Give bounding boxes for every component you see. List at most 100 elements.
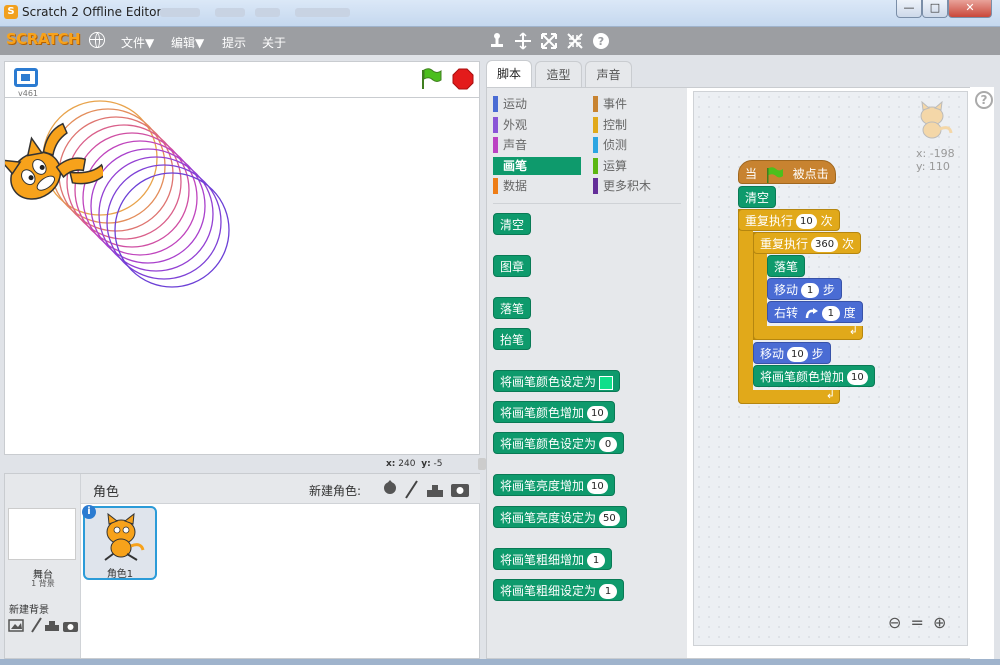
green-flag-icon [766, 166, 783, 183]
repeat-inner-foot: ↲ [753, 324, 863, 340]
change-pen-color-value: 10 [847, 370, 868, 385]
palette-block-7[interactable]: 将画笔亮度增加 10 [493, 474, 615, 496]
block-help-button[interactable]: ? [975, 91, 993, 109]
category-8[interactable]: 数据 [493, 177, 585, 195]
category-0[interactable]: 运动 [493, 95, 585, 113]
rotate-clockwise-icon [805, 307, 818, 318]
when-flag-clicked-block[interactable]: 当 被点击 [738, 160, 836, 184]
sprite-name-label: 角色1 [106, 569, 134, 580]
repeat-outer-block[interactable]: 重复执行 10 次 [738, 209, 840, 231]
language-globe-icon[interactable] [89, 32, 105, 48]
repeat-inner-count: 360 [811, 237, 839, 252]
stop-sign-icon[interactable] [452, 68, 474, 90]
category-2[interactable]: 外观 [493, 116, 585, 134]
sprite-thumbnail[interactable]: i 角色1 [82, 505, 157, 580]
new-backdrop-label: 新建背景 [9, 605, 49, 616]
category-3[interactable]: 控制 [593, 116, 685, 134]
new-sprite-label: 新建角色: [309, 484, 362, 498]
help-icon[interactable]: ? [592, 32, 610, 50]
sprite-x: x: -198 [916, 147, 955, 160]
category-9[interactable]: 更多积木 [593, 177, 685, 195]
move-inner-block[interactable]: 移动 1 步 [767, 278, 842, 300]
paint-new-sprite-icon [405, 480, 418, 499]
duplicate-icon[interactable] [488, 32, 506, 50]
window-titlebar: S Scratch 2 Offline Editor — □ ✕ [0, 0, 1000, 27]
category-6[interactable]: 画笔 [493, 156, 581, 175]
sprite-panel-header: 角色 新建角色: [81, 474, 480, 504]
palette-block-3[interactable]: 抬笔 [493, 328, 532, 350]
turn-degrees: 1 [821, 306, 840, 321]
new-sprite-tools[interactable] [381, 479, 475, 499]
sprite-y: y: 110 [916, 160, 950, 173]
move-outer-steps: 10 [787, 347, 808, 362]
palette-block-1[interactable]: 图章 [493, 255, 532, 277]
mouse-y-value: -5 [433, 459, 443, 469]
repeat-inner-block[interactable]: 重复执行 360 次 [753, 232, 861, 254]
turn-right-block[interactable]: 右转 1 度 [767, 301, 863, 323]
delete-icon[interactable] [514, 32, 532, 50]
palette-block-5[interactable]: 将画笔颜色增加 10 [493, 401, 615, 423]
grow-icon[interactable] [540, 32, 558, 50]
sprite-position: x: -198 y: 110 [916, 147, 955, 173]
palette-block-8[interactable]: 将画笔亮度设定为 50 [493, 506, 627, 528]
upload-icon [45, 621, 59, 631]
palette-block-value: 10 [587, 479, 608, 494]
paint-brush-icon [31, 617, 42, 633]
menu-edit[interactable]: 编辑▼ [171, 34, 204, 51]
pen-down-block[interactable]: 落笔 [767, 255, 806, 277]
palette-block-value: 1 [599, 584, 618, 599]
category-4[interactable]: 声音 [493, 136, 585, 154]
palette-block-0[interactable]: 清空 [493, 213, 532, 235]
stage-thumbnail[interactable] [8, 508, 76, 560]
menu-file[interactable]: 文件▼ [121, 34, 154, 51]
info-icon[interactable]: i [82, 505, 96, 519]
change-pen-color-block[interactable]: 将画笔颜色增加 10 [753, 365, 875, 387]
maximize-button[interactable]: □ [922, 0, 948, 18]
green-flag-icon[interactable] [419, 68, 443, 90]
shrink-icon[interactable] [566, 32, 584, 50]
category-1[interactable]: 事件 [593, 95, 685, 113]
stage-column: 舞台 1 背景 新建背景 [5, 474, 81, 658]
stage-header: v461 [4, 61, 480, 98]
repeat-outer-foot: ↲ [738, 388, 840, 404]
palette-block-value: 1 [587, 553, 606, 568]
collapse-stage-handle[interactable] [478, 458, 486, 470]
move-outer-block[interactable]: 移动 10 步 [753, 342, 831, 364]
palette-block-2[interactable]: 落笔 [493, 297, 532, 319]
repeat-outer-count: 10 [796, 214, 817, 229]
tab-costumes[interactable]: 造型 [535, 61, 582, 88]
scratch-app-icon: S [4, 5, 18, 19]
zoom-in-icon[interactable]: ⊕ [933, 613, 946, 632]
repeat-outer-arm [738, 209, 753, 404]
stage-canvas[interactable] [4, 97, 480, 455]
presentation-mode-button[interactable] [14, 68, 38, 87]
minimize-button[interactable]: — [896, 0, 922, 18]
new-backdrop-tools[interactable] [8, 617, 80, 633]
menu-tips[interactable]: 提示 [222, 34, 246, 51]
zoom-reset-icon[interactable]: = [911, 613, 924, 632]
palette-block-9[interactable]: 将画笔粗细增加 1 [493, 548, 613, 570]
cat-thumbnail-icon [104, 512, 145, 561]
sprites-title: 角色 [93, 485, 120, 500]
stage-backdrop-count: 1 背景 [31, 579, 55, 588]
category-7[interactable]: 运算 [593, 157, 685, 175]
right-gutter [970, 87, 994, 659]
move-inner-steps: 1 [801, 283, 820, 298]
palette-block-6[interactable]: 将画笔颜色设定为 0 [493, 432, 625, 454]
tab-scripts[interactable]: 脚本 [486, 60, 532, 88]
tab-sounds[interactable]: 声音 [585, 61, 632, 88]
palette-block-4[interactable]: 将画笔颜色设定为 [493, 370, 621, 392]
zoom-out-icon[interactable]: ⊖ [888, 613, 901, 632]
zoom-controls: ⊖ = ⊕ [888, 613, 946, 632]
mouse-coordinates: x: 240 y: -5 [386, 459, 443, 469]
category-5[interactable]: 侦测 [593, 136, 685, 154]
menu-about[interactable]: 关于 [262, 34, 286, 51]
scratch-cat-sprite[interactable] [4, 112, 103, 222]
scratch-logo[interactable]: SCRATCH [6, 30, 81, 48]
clear-block[interactable]: 清空 [738, 186, 777, 208]
sprite-panel: 舞台 1 背景 新建背景 角色 新建角色: i 角色1 [4, 473, 480, 659]
pen-color-swatch [599, 375, 614, 390]
svg-text:?: ? [598, 35, 604, 48]
close-button[interactable]: ✕ [948, 0, 992, 18]
palette-block-10[interactable]: 将画笔粗细设定为 1 [493, 579, 625, 601]
